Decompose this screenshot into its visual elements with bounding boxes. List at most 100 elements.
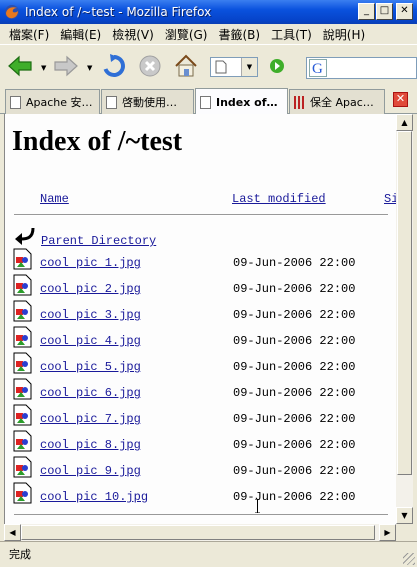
file-row: cool pic 10.jpg 09-Jun-2006 22:00 (5, 482, 395, 506)
page-icon (215, 60, 227, 74)
file-row: cool pic 7.jpg 09-Jun-2006 22:00 (5, 404, 395, 428)
go-button[interactable] (263, 53, 291, 79)
resize-grip-icon[interactable] (403, 553, 415, 565)
address-bar[interactable]: ▼ (210, 57, 258, 77)
page-title: Index of /~test (12, 126, 183, 157)
image-file-icon (13, 274, 32, 296)
file-modified: 09-Jun-2006 22:00 (233, 282, 356, 296)
minimize-button[interactable]: _ (358, 3, 375, 20)
menu-help[interactable]: 說明(H) (318, 26, 370, 43)
horizontal-scrollbar[interactable]: ◀ ▶ (4, 524, 396, 541)
file-link[interactable]: cool pic 8.jpg (40, 438, 141, 452)
file-modified: 09-Jun-2006 22:00 (233, 412, 356, 426)
menu-go[interactable]: 瀏覽(G) (160, 26, 213, 43)
menu-tools[interactable]: 工具(T) (266, 26, 317, 43)
back-folder-arrow-icon (15, 227, 35, 245)
column-header-last-modified[interactable]: Last modified (232, 192, 326, 206)
back-history-dropdown-icon[interactable]: ▼ (41, 64, 46, 72)
menu-view[interactable]: 檢視(V) (107, 26, 159, 43)
menu-bookmarks[interactable]: 書籤(B) (213, 26, 265, 43)
tab-label: Apache 安… (26, 96, 93, 109)
stop-button[interactable] (136, 53, 164, 79)
window-title: Index of /~test - Mozilla Firefox (25, 5, 212, 19)
menu-file[interactable]: 檔案(F) (4, 26, 54, 43)
column-header-size[interactable]: Si (384, 192, 396, 206)
image-file-icon (13, 404, 32, 426)
forward-button[interactable] (52, 53, 80, 79)
file-modified: 09-Jun-2006 22:00 (233, 386, 356, 400)
back-arrow-icon (8, 55, 32, 77)
file-row: cool pic 5.jpg 09-Jun-2006 22:00 (5, 352, 395, 376)
file-link[interactable]: cool pic 2.jpg (40, 282, 141, 296)
image-file-icon (13, 248, 32, 270)
menu-edit[interactable]: 編輯(E) (55, 26, 106, 43)
image-file-icon (13, 430, 32, 452)
scroll-left-icon[interactable]: ◀ (4, 524, 21, 541)
scroll-right-icon[interactable]: ▶ (379, 524, 396, 541)
horizontal-scroll-thumb[interactable] (21, 525, 375, 540)
file-link[interactable]: cool pic 4.jpg (40, 334, 141, 348)
status-bar: 完成 (0, 541, 417, 567)
tab-bar: Apache 安… 啓動使用… Index of… 保全 Apac… (0, 86, 417, 115)
image-file-icon (13, 326, 32, 348)
apache-feather-icon (294, 95, 305, 109)
firefox-logo-icon (5, 5, 19, 19)
reload-button[interactable] (100, 53, 128, 79)
column-header-name[interactable]: Name (40, 192, 69, 206)
page-viewport: Index of /~test Name Last modified Si Pa… (4, 114, 396, 524)
page-icon (106, 95, 117, 109)
file-row: cool pic 8.jpg 09-Jun-2006 22:00 (5, 430, 395, 454)
file-row: cool pic 4.jpg 09-Jun-2006 22:00 (5, 326, 395, 350)
header-divider (14, 214, 388, 216)
parent-directory-row: Parent Directory (13, 226, 156, 248)
image-file-icon (13, 352, 32, 374)
search-box[interactable]: G (306, 57, 417, 79)
go-icon (270, 59, 284, 73)
text-cursor-icon (255, 499, 260, 513)
file-row: cool pic 2.jpg 09-Jun-2006 22:00 (5, 274, 395, 298)
vertical-scroll-thumb[interactable] (397, 131, 412, 475)
image-file-icon (13, 378, 32, 400)
parent-directory-link[interactable]: Parent Directory (41, 234, 156, 248)
file-modified: 09-Jun-2006 22:00 (233, 438, 356, 452)
maximize-button[interactable]: □ (376, 3, 393, 20)
tab-label: Index of… (216, 95, 278, 109)
file-link[interactable]: cool pic 6.jpg (40, 386, 141, 400)
tab-index-of[interactable]: Index of… (195, 88, 288, 115)
page-icon (200, 95, 211, 109)
scroll-down-icon[interactable]: ▼ (396, 507, 413, 524)
forward-history-dropdown-icon[interactable]: ▼ (87, 64, 92, 72)
file-link[interactable]: cool pic 9.jpg (40, 464, 141, 478)
tab-label: 保全 Apac… (310, 96, 374, 109)
file-modified: 09-Jun-2006 22:00 (233, 360, 356, 374)
file-link[interactable]: cool pic 10.jpg (40, 490, 148, 504)
image-file-icon (13, 482, 32, 504)
tab-security-apache[interactable]: 保全 Apac… (289, 89, 385, 114)
back-button[interactable] (6, 53, 34, 79)
close-button[interactable]: ✕ (396, 3, 413, 20)
menu-bar: 檔案(F) 編輯(E) 檢視(V) 瀏覽(G) 書籤(B) 工具(T) 說明(H… (0, 24, 417, 44)
file-row: cool pic 1.jpg 09-Jun-2006 22:00 (5, 248, 395, 272)
home-button[interactable] (172, 53, 200, 79)
tab-startup[interactable]: 啓動使用… (101, 89, 194, 114)
navigation-toolbar: ▼ ▼ ▼ G (0, 44, 417, 86)
reload-icon (103, 54, 125, 77)
close-tab-icon[interactable]: ✕ (393, 92, 408, 107)
file-link[interactable]: cool pic 3.jpg (40, 308, 141, 322)
file-link[interactable]: cool pic 5.jpg (40, 360, 141, 374)
file-link[interactable]: cool pic 1.jpg (40, 256, 141, 270)
forward-arrow-icon (54, 55, 78, 77)
file-link[interactable]: cool pic 7.jpg (40, 412, 141, 426)
address-dropdown-icon[interactable]: ▼ (241, 58, 257, 76)
scroll-up-icon[interactable]: ▲ (396, 114, 413, 131)
vertical-scrollbar[interactable]: ▲ ▼ (396, 114, 413, 524)
file-row: cool pic 9.jpg 09-Jun-2006 22:00 (5, 456, 395, 480)
home-icon (175, 54, 197, 77)
tab-label: 啓動使用… (122, 96, 177, 109)
tab-apache[interactable]: Apache 安… (5, 89, 100, 114)
status-text: 完成 (9, 548, 31, 561)
image-file-icon (13, 300, 32, 322)
file-row: cool pic 6.jpg 09-Jun-2006 22:00 (5, 378, 395, 402)
page-icon (10, 95, 21, 109)
svg-text:G: G (312, 61, 323, 77)
